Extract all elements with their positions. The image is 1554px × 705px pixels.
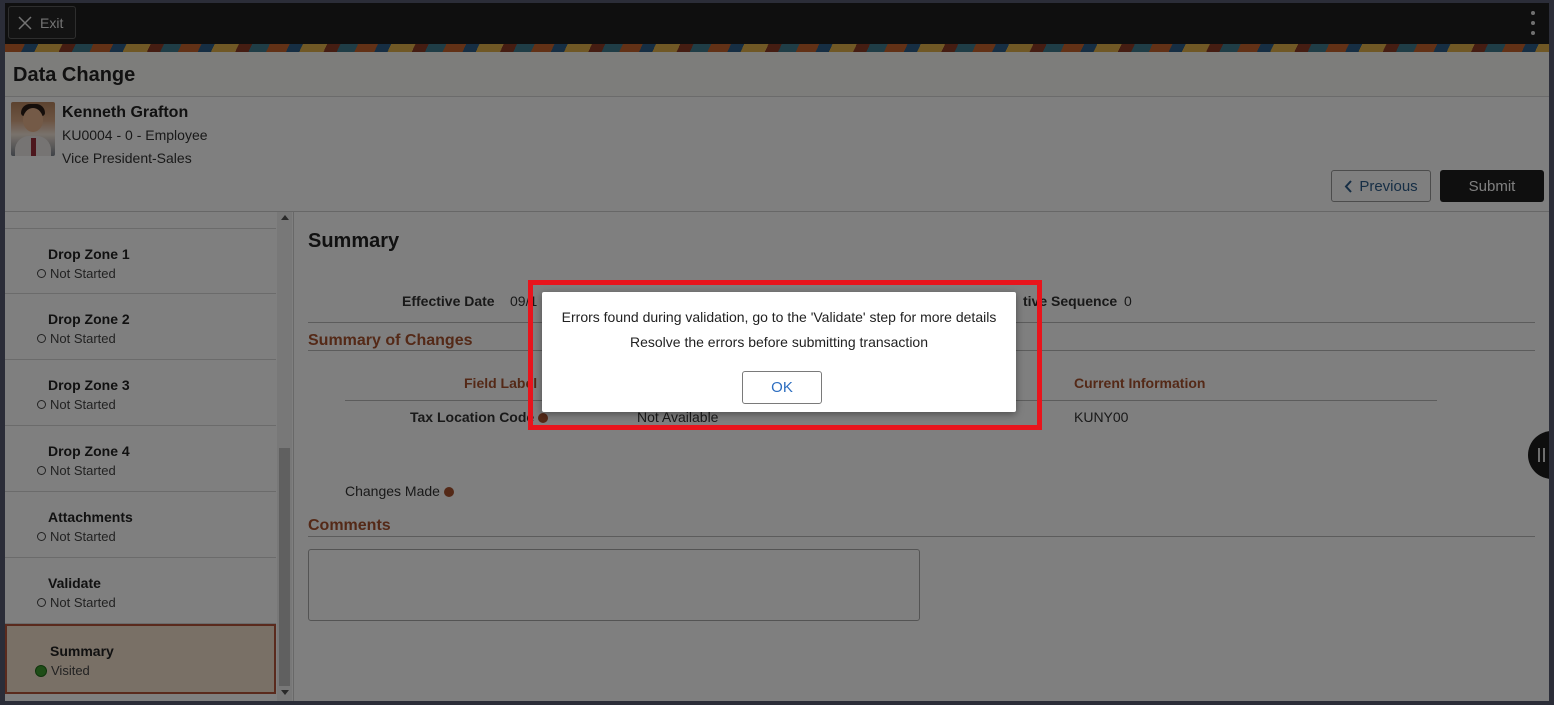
app-frame: Exit Data Change Kenneth Grafton KU0004 … <box>5 3 1549 701</box>
highlight-box <box>528 280 1042 430</box>
